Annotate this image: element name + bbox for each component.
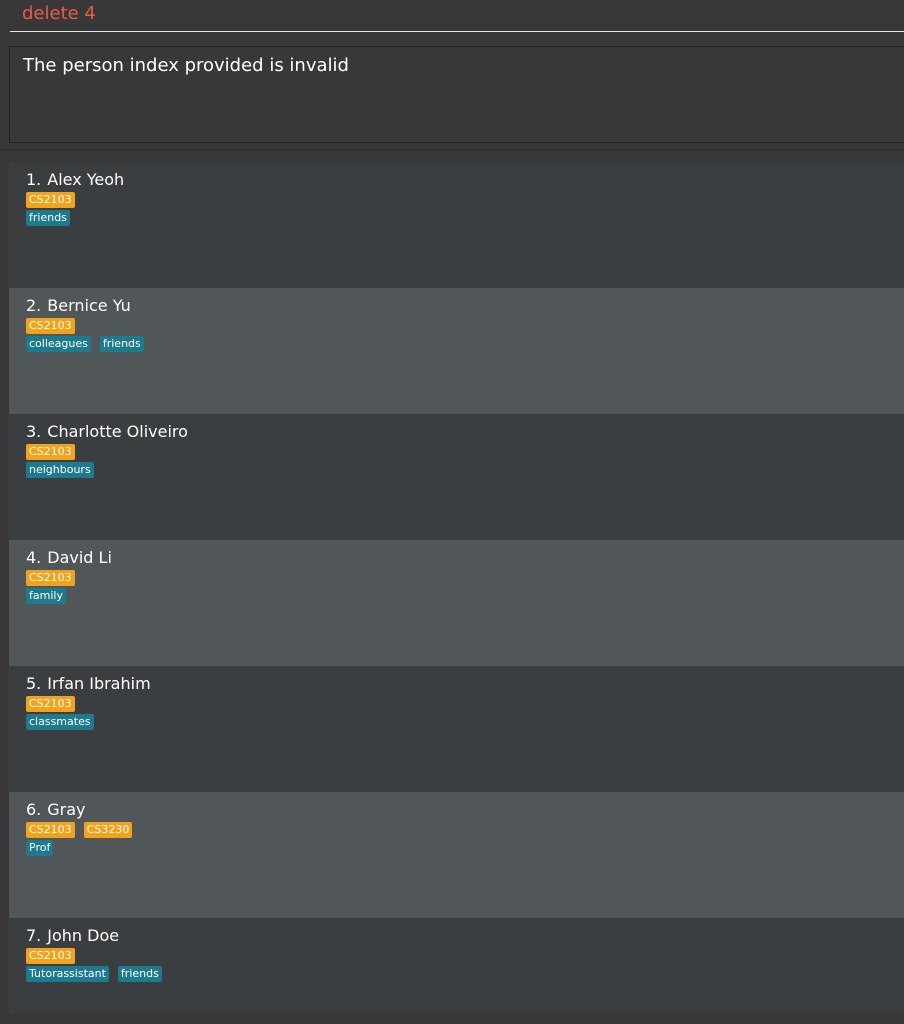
person-list-panel: 1. Alex Yeoh CS2103 friends 2. Bernice Yu CS21… xyxy=(0,151,904,1024)
person-tag: colleagues xyxy=(26,336,91,352)
person-index: 4. xyxy=(26,548,42,567)
person-index: 2. xyxy=(26,296,42,315)
person-name-line: 5. Irfan Ibrahim xyxy=(26,674,151,693)
person-name: Alex Yeoh xyxy=(47,170,125,189)
person-name: Irfan Ibrahim xyxy=(47,674,151,693)
person-card[interactable]: 5. Irfan Ibrahim CS2103 classmates xyxy=(9,666,904,792)
person-tag: Prof xyxy=(26,840,54,856)
command-box[interactable] xyxy=(10,0,904,32)
person-tag: friends xyxy=(99,336,144,352)
person-tag: family xyxy=(26,588,66,604)
person-tag: friends xyxy=(117,966,162,982)
person-name-line: 1. Alex Yeoh xyxy=(26,170,124,189)
person-name: Charlotte Oliveiro xyxy=(47,422,188,441)
person-card[interactable]: 2. Bernice Yu CS2103 colleagues friends xyxy=(9,288,904,414)
tag-row: colleagues friends xyxy=(26,336,144,352)
person-index: 6. xyxy=(26,800,42,819)
person-card[interactable]: 4. David Li CS2103 family xyxy=(9,540,904,666)
course-tag-row: CS2103 xyxy=(26,696,75,712)
person-tag: neighbours xyxy=(26,462,94,478)
person-name-line: 3. Charlotte Oliveiro xyxy=(26,422,188,441)
course-tag: CS2103 xyxy=(26,696,75,712)
person-tag: classmates xyxy=(26,714,94,730)
tag-row: Prof xyxy=(26,840,54,856)
course-tag: CS2103 xyxy=(26,318,75,334)
command-input[interactable] xyxy=(22,1,892,25)
course-tag-row: CS2103 xyxy=(26,570,75,586)
course-tag: CS2103 xyxy=(26,822,75,838)
person-tag: Tutorassistant xyxy=(26,966,109,982)
person-index: 3. xyxy=(26,422,42,441)
course-tag: CS2103 xyxy=(26,948,75,964)
tag-row: family xyxy=(26,588,66,604)
course-tag: CS2103 xyxy=(26,570,75,586)
person-card[interactable]: 3. Charlotte Oliveiro CS2103 neighbours xyxy=(9,414,904,540)
person-name-line: 4. David Li xyxy=(26,548,112,567)
person-name: Gray xyxy=(47,800,86,819)
person-card[interactable]: 7. John Doe CS2103 Tutorassistant friends xyxy=(9,918,904,1014)
person-index: 1. xyxy=(26,170,42,189)
person-tag: friends xyxy=(26,210,70,226)
tag-row: classmates xyxy=(26,714,94,730)
person-list[interactable]: 1. Alex Yeoh CS2103 friends 2. Bernice Yu CS21… xyxy=(9,162,904,1014)
person-name-line: 7. John Doe xyxy=(26,926,119,945)
person-name: John Doe xyxy=(47,926,120,945)
course-tag-row: CS2103 xyxy=(26,318,75,334)
course-tag: CS3230 xyxy=(83,822,133,838)
person-name: Bernice Yu xyxy=(47,296,131,315)
tag-row: Tutorassistant friends xyxy=(26,966,162,982)
course-tag-row: CS2103 CS3230 xyxy=(26,822,133,838)
tag-row: friends xyxy=(26,210,70,226)
tag-row: neighbours xyxy=(26,462,94,478)
course-tag-row: CS2103 xyxy=(26,948,75,964)
person-name-line: 6. Gray xyxy=(26,800,86,819)
course-tag: CS2103 xyxy=(26,444,75,460)
result-display: The person index provided is invalid xyxy=(9,46,904,143)
person-index: 7. xyxy=(26,926,42,945)
course-tag-row: CS2103 xyxy=(26,444,75,460)
course-tag-row: CS2103 xyxy=(26,192,75,208)
person-card[interactable]: 6. Gray CS2103 CS3230 Prof xyxy=(9,792,904,918)
person-index: 5. xyxy=(26,674,42,693)
person-name: David Li xyxy=(47,548,112,567)
person-name-line: 2. Bernice Yu xyxy=(26,296,131,315)
person-card[interactable]: 1. Alex Yeoh CS2103 friends xyxy=(9,162,904,288)
result-message: The person index provided is invalid xyxy=(23,55,349,76)
course-tag: CS2103 xyxy=(26,192,75,208)
